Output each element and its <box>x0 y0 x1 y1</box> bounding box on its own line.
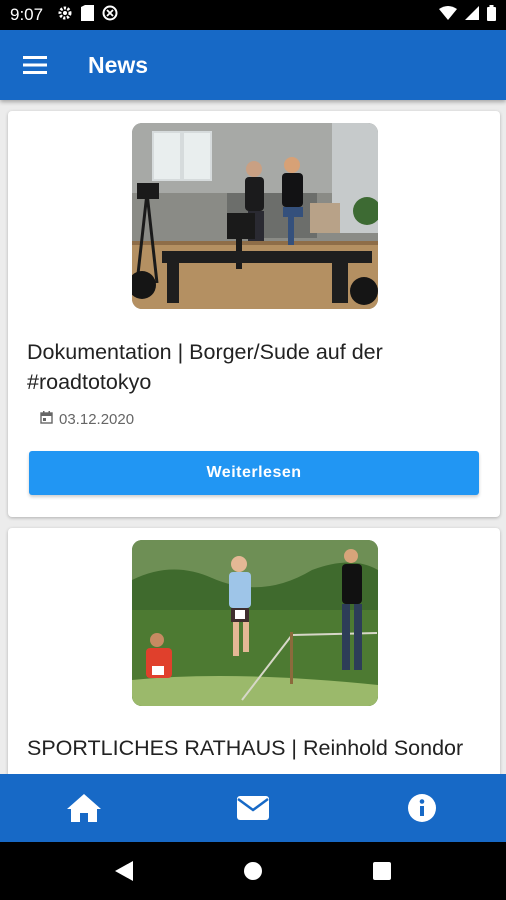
news-date-text: 03.12.2020 <box>59 411 135 428</box>
news-title[interactable]: Dokumentation | Borger/Sude auf der #roa… <box>27 337 487 397</box>
mail-icon[interactable] <box>213 774 293 842</box>
news-list[interactable]: Dokumentation | Borger/Sude auf der #roa… <box>0 100 506 774</box>
news-title[interactable]: SPORTLICHES RATHAUS | Reinhold Sondor <box>27 733 487 763</box>
news-card[interactable]: Dokumentation | Borger/Sude auf der #roa… <box>8 111 500 517</box>
news-image[interactable] <box>132 540 378 706</box>
hamburger-menu-icon[interactable] <box>0 30 70 100</box>
recents-icon[interactable] <box>352 842 412 900</box>
news-date: 03.12.2020 <box>40 411 134 428</box>
sim-card-icon <box>81 4 95 26</box>
page-title: News <box>88 51 149 78</box>
status-bar: 9:07 <box>0 0 506 30</box>
home-circle-icon[interactable] <box>223 842 283 900</box>
calendar-icon <box>40 411 53 428</box>
back-icon[interactable] <box>94 842 154 900</box>
read-more-button[interactable]: Weiterlesen <box>29 451 479 495</box>
wifi-icon <box>439 5 457 25</box>
home-icon[interactable] <box>44 774 124 842</box>
news-card[interactable]: SPORTLICHES RATHAUS | Reinhold Sondor <box>8 528 500 774</box>
bottom-nav <box>0 774 506 842</box>
info-icon[interactable] <box>382 774 462 842</box>
signal-icon <box>465 5 479 25</box>
gear-icon <box>57 5 73 26</box>
data-saver-icon <box>102 5 118 26</box>
system-nav-bar <box>0 842 506 900</box>
status-time: 9:07 <box>10 5 44 24</box>
app-bar: News <box>0 30 506 100</box>
news-image[interactable] <box>132 123 378 309</box>
battery-icon <box>487 4 496 26</box>
